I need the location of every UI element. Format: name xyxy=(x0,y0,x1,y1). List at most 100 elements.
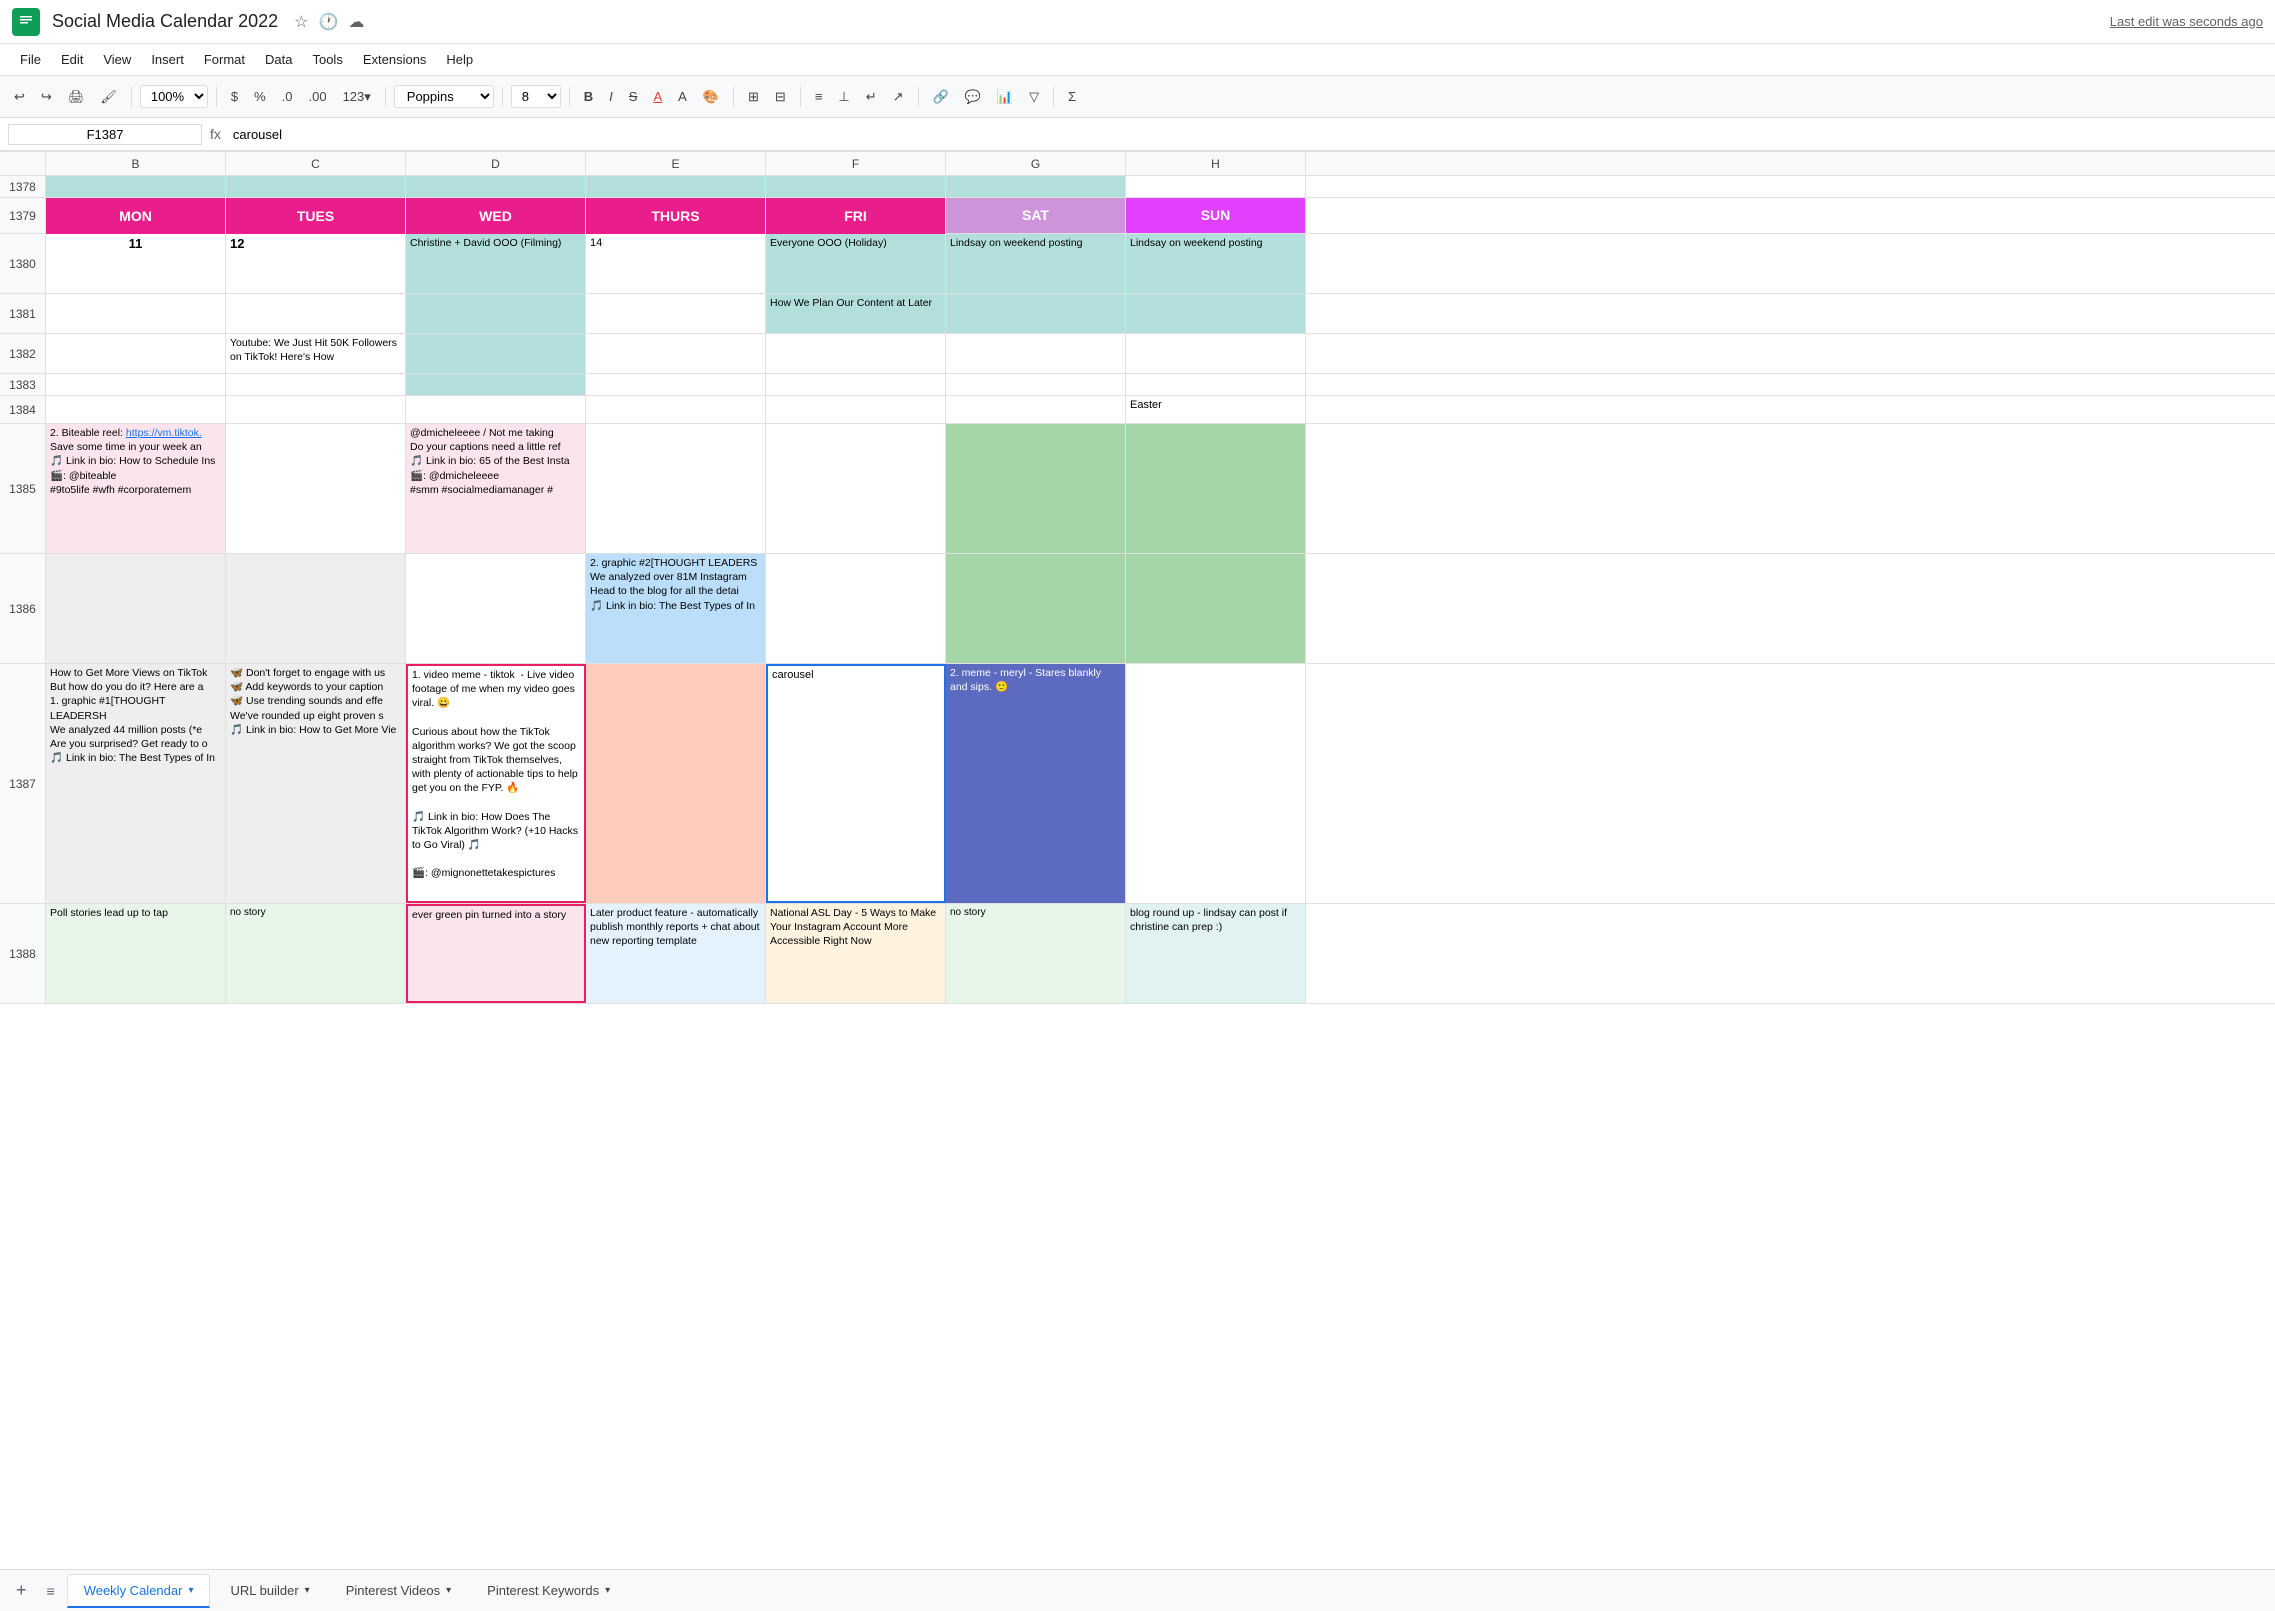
cell-b1385[interactable]: 2. Biteable reel: https://vm.tiktok. Sav… xyxy=(46,424,226,553)
cell-b1379[interactable]: MON xyxy=(46,198,226,234)
percent-button[interactable]: % xyxy=(248,85,272,108)
col-header-d[interactable]: D xyxy=(406,152,586,176)
tab-url-builder[interactable]: URL builder ▾ xyxy=(214,1575,325,1606)
link-button[interactable]: 🔗 xyxy=(927,85,955,109)
redo-button[interactable]: ↪ xyxy=(35,85,58,109)
cell-f1383[interactable] xyxy=(766,374,946,395)
menu-tools[interactable]: Tools xyxy=(304,48,350,71)
cell-d1382[interactable] xyxy=(406,334,586,373)
cell-f1388[interactable]: National ASL Day - 5 Ways to Make Your I… xyxy=(766,904,946,1003)
cell-h1384[interactable]: Easter xyxy=(1126,396,1306,423)
cell-g1380[interactable]: Lindsay on weekend posting xyxy=(946,234,1126,293)
tab-weekly-calendar[interactable]: Weekly Calendar ▾ xyxy=(67,1574,211,1608)
cell-d1383[interactable] xyxy=(406,374,586,395)
cell-e1380[interactable]: 14 xyxy=(586,234,766,293)
cell-h1378[interactable] xyxy=(1126,176,1306,197)
align-v-button[interactable]: ⊥ xyxy=(832,85,855,109)
cell-reference[interactable] xyxy=(8,124,202,145)
sheet-menu-button[interactable]: ≡ xyxy=(39,1579,63,1603)
cell-e1379[interactable]: THURS xyxy=(586,198,766,234)
text-wrap-button[interactable]: ↵ xyxy=(860,85,883,109)
cell-e1388[interactable]: Later product feature - automatically pu… xyxy=(586,904,766,1003)
cell-d1388[interactable]: ever green pin turned into a story xyxy=(406,904,586,1003)
cell-g1378[interactable] xyxy=(946,176,1126,197)
col-header-b[interactable]: B xyxy=(46,152,226,176)
chart-button[interactable]: 📊 xyxy=(991,85,1019,109)
comment-button[interactable]: 💬 xyxy=(959,85,987,109)
undo-button[interactable]: ↩ xyxy=(8,85,31,109)
cell-c1380[interactable]: 12 xyxy=(226,234,406,293)
currency-button[interactable]: $ xyxy=(225,85,244,108)
cell-c1383[interactable] xyxy=(226,374,406,395)
filter-button[interactable]: ▽ xyxy=(1023,85,1045,109)
print-button[interactable]: 🖨 xyxy=(62,85,91,109)
cell-f1381[interactable]: How We Plan Our Content at Later xyxy=(766,294,946,333)
cell-b1386[interactable] xyxy=(46,554,226,663)
cell-c1384[interactable] xyxy=(226,396,406,423)
menu-data[interactable]: Data xyxy=(257,48,300,71)
menu-format[interactable]: Format xyxy=(196,48,253,71)
cloud-icon[interactable]: ☁ xyxy=(348,12,364,32)
add-sheet-button[interactable]: + xyxy=(8,1576,35,1605)
formula-input[interactable] xyxy=(229,125,2267,144)
col-header-g[interactable]: G xyxy=(946,152,1126,176)
cell-g1382[interactable] xyxy=(946,334,1126,373)
tab-pinterest-videos[interactable]: Pinterest Videos ▾ xyxy=(330,1575,467,1606)
menu-help[interactable]: Help xyxy=(438,48,481,71)
cell-b1388[interactable]: Poll stories lead up to tap xyxy=(46,904,226,1003)
font-size-select[interactable]: 8 xyxy=(511,85,561,108)
cell-d1380[interactable]: Christine + David OOO (Filming) xyxy=(406,234,586,293)
cell-h1383[interactable] xyxy=(1126,374,1306,395)
menu-file[interactable]: File xyxy=(12,48,49,71)
cell-c1388[interactable]: no story xyxy=(226,904,406,1003)
cell-b1387[interactable]: How to Get More Views on TikTok But how … xyxy=(46,664,226,903)
cell-g1379[interactable]: SAT xyxy=(946,198,1126,233)
cell-c1379[interactable]: TUES xyxy=(226,198,406,234)
text-color-button[interactable]: A xyxy=(672,85,693,108)
cell-d1385[interactable]: @dmicheleeee / Not me taking Do your cap… xyxy=(406,424,586,553)
cell-e1386[interactable]: 2. graphic #2[THOUGHT LEADERS We analyze… xyxy=(586,554,766,663)
cell-b1384[interactable] xyxy=(46,396,226,423)
decimal-more-button[interactable]: .00 xyxy=(302,85,332,108)
cell-g1383[interactable] xyxy=(946,374,1126,395)
cell-e1387[interactable] xyxy=(586,664,766,903)
cell-g1385[interactable] xyxy=(946,424,1126,553)
cell-d1386[interactable] xyxy=(406,554,586,663)
cell-b1380[interactable]: 11 xyxy=(46,234,226,293)
history-icon[interactable]: 🕐 xyxy=(319,12,339,32)
menu-insert[interactable]: Insert xyxy=(143,48,192,71)
cell-h1382[interactable] xyxy=(1126,334,1306,373)
cell-c1378[interactable] xyxy=(226,176,406,197)
cell-e1385[interactable] xyxy=(586,424,766,553)
cell-b1382[interactable] xyxy=(46,334,226,373)
cell-f1386[interactable] xyxy=(766,554,946,663)
menu-extensions[interactable]: Extensions xyxy=(355,48,435,71)
cell-d1384[interactable] xyxy=(406,396,586,423)
cell-h1388[interactable]: blog round up - lindsay can post if chri… xyxy=(1126,904,1306,1003)
paint-format-button[interactable]: 🖌 xyxy=(94,85,123,109)
tab-pinterest-keywords[interactable]: Pinterest Keywords ▾ xyxy=(471,1575,626,1606)
col-header-e[interactable]: E xyxy=(586,152,766,176)
font-select[interactable]: Poppins xyxy=(394,85,494,108)
rotate-button[interactable]: ↗ xyxy=(887,85,910,109)
cell-f1385[interactable] xyxy=(766,424,946,553)
cell-f1382[interactable] xyxy=(766,334,946,373)
strikethrough-button[interactable]: S xyxy=(623,85,644,108)
cell-e1381[interactable] xyxy=(586,294,766,333)
tab-pinterest-videos-arrow[interactable]: ▾ xyxy=(446,1585,451,1596)
cell-b1381[interactable] xyxy=(46,294,226,333)
cell-g1386[interactable] xyxy=(946,554,1126,663)
cell-f1384[interactable] xyxy=(766,396,946,423)
cell-h1387[interactable] xyxy=(1126,664,1306,903)
tab-pinterest-keywords-arrow[interactable]: ▾ xyxy=(605,1585,610,1596)
bold-button[interactable]: B xyxy=(578,85,599,108)
cell-f1387[interactable]: carousel xyxy=(766,664,946,903)
cell-c1386[interactable] xyxy=(226,554,406,663)
italic-button[interactable]: I xyxy=(603,85,619,108)
align-h-button[interactable]: ≡ xyxy=(809,85,829,108)
underline-button[interactable]: A xyxy=(647,85,668,108)
cell-b1378[interactable] xyxy=(46,176,226,197)
cell-f1380[interactable]: Everyone OOO (Holiday) xyxy=(766,234,946,293)
highlight-color-button[interactable]: 🎨 xyxy=(697,85,725,109)
borders-button[interactable]: ⊞ xyxy=(742,85,765,109)
